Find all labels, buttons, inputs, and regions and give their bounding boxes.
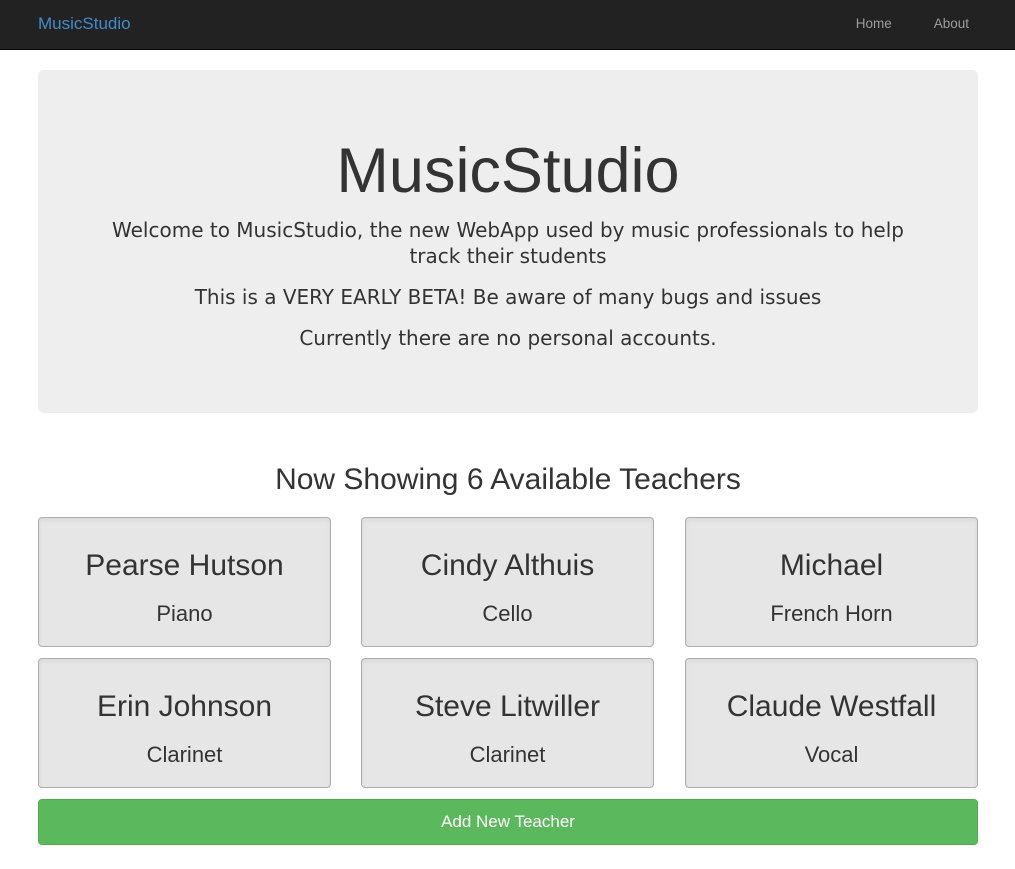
- nav-about-link[interactable]: About: [926, 15, 977, 33]
- teacher-name: Steve Litwiller: [414, 690, 601, 723]
- teacher-instrument: Clarinet: [146, 742, 223, 767]
- teacher-instrument: French Horn: [770, 601, 893, 626]
- teacher-instrument: Clarinet: [469, 742, 546, 767]
- teacher-card[interactable]: Claude Westfall Vocal: [685, 658, 978, 788]
- jumbotron: MusicStudio Welcome to MusicStudio, the …: [38, 70, 978, 413]
- teacher-name: Pearse Hutson: [85, 549, 284, 582]
- teacher-card[interactable]: Pearse Hutson Piano: [38, 517, 331, 647]
- teacher-name: Michael: [779, 549, 884, 582]
- nav-links: Home About: [848, 15, 977, 33]
- top-navbar: MusicStudio Home About: [0, 0, 1015, 50]
- page-title: MusicStudio: [336, 136, 680, 206]
- teacher-card[interactable]: Michael French Horn: [685, 517, 978, 647]
- teacher-card[interactable]: Erin Johnson Clarinet: [38, 658, 331, 788]
- teacher-card[interactable]: Steve Litwiller Clarinet: [361, 658, 654, 788]
- accounts-note-text: Currently there are no personal accounts…: [299, 326, 717, 350]
- teacher-instrument: Vocal: [804, 742, 859, 767]
- brand-link[interactable]: MusicStudio: [38, 14, 131, 34]
- add-new-teacher-button[interactable]: Add New Teacher: [38, 799, 978, 845]
- welcome-text: Welcome to MusicStudio, the new WebApp u…: [112, 218, 904, 268]
- beta-warning-text: This is a VERY EARLY BETA! Be aware of m…: [194, 285, 822, 309]
- teacher-name: Cindy Althuis: [420, 549, 595, 582]
- teacher-name: Erin Johnson: [96, 690, 273, 723]
- teacher-instrument: Cello: [482, 601, 533, 626]
- teachers-heading: Now Showing 6 Available Teachers: [275, 463, 741, 496]
- teacher-name: Claude Westfall: [726, 690, 937, 723]
- teacher-instrument: Piano: [156, 601, 213, 626]
- teacher-card[interactable]: Cindy Althuis Cello: [361, 517, 654, 647]
- nav-home-link[interactable]: Home: [848, 15, 900, 33]
